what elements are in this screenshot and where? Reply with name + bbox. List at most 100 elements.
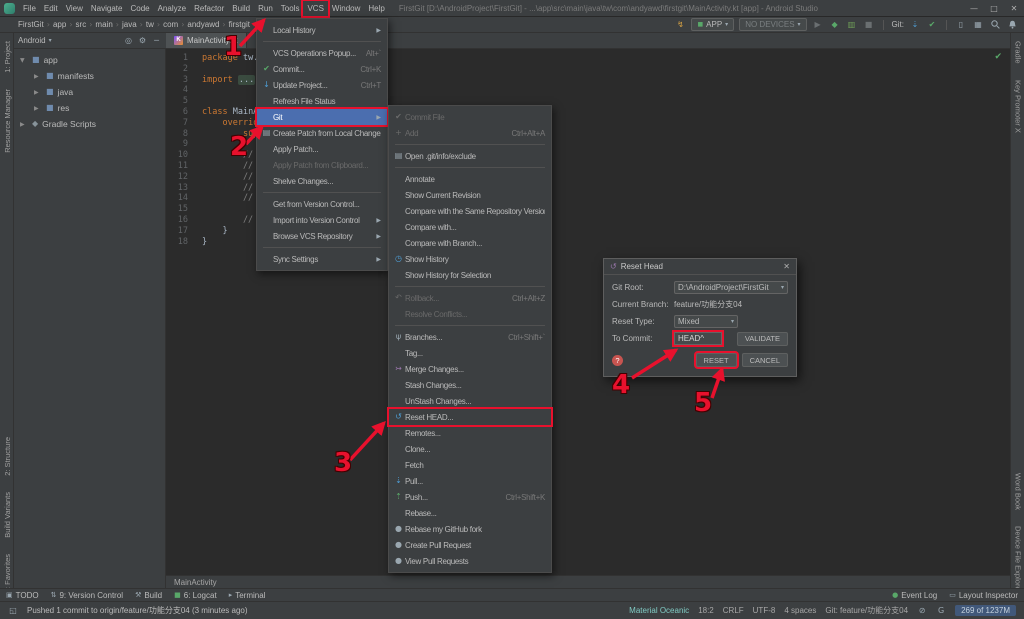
notifications-icon[interactable] [1006, 20, 1018, 29]
vcs-menu-item-refresh-file-status[interactable]: Refresh File Status [257, 93, 387, 109]
chevron-right-icon[interactable]: ▶ [34, 73, 42, 80]
menubar-item-window[interactable]: Window [328, 1, 364, 16]
menubar-item-code[interactable]: Code [126, 1, 153, 16]
stop-icon[interactable]: ■ [863, 20, 875, 29]
toolwindow-tab-layout-inspector[interactable]: ▭ Layout Inspector [949, 591, 1018, 600]
vcs-menu-item-git[interactable]: Git ▶ [257, 109, 387, 125]
encoding-indicator[interactable]: UTF-8 [753, 606, 776, 615]
git-menu-item-branches[interactable]: ψ Branches... Ctrl+Shift+` [389, 329, 551, 345]
git-menu-item-merge-changes[interactable]: ↣ Merge Changes... [389, 361, 551, 377]
breadcrumb-item-com[interactable]: com [163, 20, 178, 29]
line-ending-indicator[interactable]: CRLF [723, 606, 744, 615]
project-tree-item-java[interactable]: ▶ ■ java [14, 84, 165, 100]
menubar-item-navigate[interactable]: Navigate [87, 1, 127, 16]
close-button[interactable]: ✕ [1004, 4, 1024, 13]
run-icon[interactable]: ▶ [812, 20, 824, 29]
toolwindow-tab-build[interactable]: ⚒ Build [135, 591, 162, 600]
menubar-item-edit[interactable]: Edit [40, 1, 62, 16]
indent-indicator[interactable]: 4 spaces [784, 606, 816, 615]
git-menu-item-view-pull-requests[interactable]: ● View Pull Requests [389, 553, 551, 569]
project-view-selector[interactable]: Android ▾ [18, 36, 52, 45]
git-menu-item-stash-changes[interactable]: Stash Changes... [389, 377, 551, 393]
minimize-button[interactable]: — [964, 4, 984, 13]
menubar-item-analyze[interactable]: Analyze [154, 1, 190, 16]
vcs-menu-item-get-from-version-control[interactable]: Get from Version Control... [257, 196, 387, 212]
breadcrumb-item-firstgit[interactable]: FirstGit [18, 20, 44, 29]
vcs-menu-item-create-patch-from-local-changes[interactable]: ▤ Create Patch from Local Changes... [257, 125, 387, 141]
toolwindow-button-key-promoter-x[interactable]: Key Promoter X [1014, 80, 1023, 133]
editor-tab-mainactivity[interactable]: K MainActivity.kt [166, 32, 247, 48]
project-tree-item-app[interactable]: ▼ ■ app [14, 52, 165, 68]
git-menu-item-annotate[interactable]: Annotate [389, 171, 551, 187]
vcs-menu-item-commit[interactable]: ✔ Commit... Ctrl+K [257, 61, 387, 77]
toolwindow-tab-6-logcat[interactable]: ■ 6: Logcat [174, 591, 217, 600]
toolwindow-button-1-project[interactable]: 1: Project [3, 41, 12, 73]
vcs-menu-item-shelve-changes[interactable]: Shelve Changes... [257, 173, 387, 189]
device-selector[interactable]: NO DEVICES ▾ [739, 18, 807, 31]
git-menu-item-tag[interactable]: Tag... [389, 345, 551, 361]
menubar-item-help[interactable]: Help [364, 1, 388, 16]
breadcrumb-item-app[interactable]: app [53, 20, 66, 29]
toolwindow-button-2-structure[interactable]: 2: Structure [3, 437, 12, 476]
git-menu-item-show-current-revision[interactable]: Show Current Revision [389, 187, 551, 203]
chevron-right-icon[interactable]: ▶ [20, 121, 28, 128]
caret-position-indicator[interactable]: 18:2 [698, 606, 714, 615]
breadcrumb-item-src[interactable]: src [76, 20, 87, 29]
to-commit-input[interactable]: HEAD^ [674, 332, 722, 345]
menubar-item-refactor[interactable]: Refactor [190, 1, 228, 16]
toolwindow-button-word-book[interactable]: Word Book [1014, 473, 1023, 510]
device-manager-icon[interactable]: ▯ [955, 20, 967, 29]
git-menu-item-pull[interactable]: ⇣ Pull... [389, 473, 551, 489]
cancel-button[interactable]: CANCEL [741, 353, 788, 367]
hide-panel-icon[interactable]: ─ [151, 36, 162, 45]
git-root-combo[interactable]: D:\AndroidProject\FirstGit ▾ [674, 281, 788, 294]
settings-gear-icon[interactable]: ⚙ [137, 36, 148, 45]
help-icon[interactable]: ? [612, 354, 623, 366]
sdk-manager-icon[interactable]: ▦ [972, 20, 984, 29]
toolwindow-button-device-file-explorer[interactable]: Device File Explorer [1014, 526, 1023, 593]
git-menu-item-create-pull-request[interactable]: ● Create Pull Request [389, 537, 551, 553]
menubar-item-build[interactable]: Build [228, 1, 254, 16]
toolwindow-tab-event-log[interactable]: ● Event Log [892, 591, 937, 600]
debug-icon[interactable]: ◆ [829, 20, 841, 29]
git-menu-item-compare-with[interactable]: Compare with... [389, 219, 551, 235]
vcs-menu-item-import-into-version-control[interactable]: Import into Version Control ▶ [257, 212, 387, 228]
chevron-right-icon[interactable]: ▶ [34, 105, 42, 112]
git-update-icon[interactable]: ⇣ [909, 20, 921, 29]
readonly-lock-icon[interactable]: ⊘ [917, 606, 927, 615]
breadcrumb-item[interactable]: MainActivity [174, 578, 217, 587]
git-menu-item-unstash-changes[interactable]: UnStash Changes... [389, 393, 551, 409]
run-config-selector[interactable]: ■ APP ▾ [691, 18, 735, 31]
project-tree-item-res[interactable]: ▶ ■ res [14, 100, 165, 116]
git-menu-item-rebase[interactable]: Rebase... [389, 505, 551, 521]
breadcrumb-item-tw[interactable]: tw [146, 20, 154, 29]
theme-indicator[interactable]: Material Oceanic [629, 606, 689, 615]
profiler-icon[interactable]: ▥ [846, 20, 858, 29]
vcs-menu-item-sync-settings[interactable]: Sync Settings ▶ [257, 251, 387, 267]
toolwindow-tab-todo[interactable]: ▣ TODO [6, 591, 39, 600]
apply-changes-icon[interactable]: ↯ [674, 20, 686, 29]
git-menu-item-compare-with-branch[interactable]: Compare with Branch... [389, 235, 551, 251]
project-tree-item-manifests[interactable]: ▶ ■ manifests [14, 68, 165, 84]
search-icon[interactable] [989, 20, 1001, 29]
toolwindow-tab-terminal[interactable]: ▸ Terminal [229, 591, 266, 600]
toolwindow-button-build-variants[interactable]: Build Variants [3, 492, 12, 538]
git-menu-item-show-history[interactable]: ◷ Show History [389, 251, 551, 267]
git-menu-item-fetch[interactable]: Fetch [389, 457, 551, 473]
vcs-menu-item-update-project[interactable]: ↓ Update Project... Ctrl+T [257, 77, 387, 93]
git-menu-item-show-history-for-selection[interactable]: Show History for Selection [389, 267, 551, 283]
validate-button[interactable]: VALIDATE [736, 331, 788, 346]
locate-file-icon[interactable]: ◎ [123, 36, 134, 45]
vcs-menu-item-browse-vcs-repository[interactable]: Browse VCS Repository ▶ [257, 228, 387, 244]
vcs-menu-item-local-history[interactable]: Local History ▶ [257, 22, 387, 38]
breadcrumb-item-andyawd[interactable]: andyawd [187, 20, 219, 29]
git-menu-item-clone[interactable]: Clone... [389, 441, 551, 457]
git-menu-item-push[interactable]: ⇡ Push... Ctrl+Shift+K [389, 489, 551, 505]
memory-indicator[interactable]: 269 of 1237M [955, 605, 1016, 616]
vcs-menu-item-vcs-operations-popup[interactable]: VCS Operations Popup... Alt+` [257, 45, 387, 61]
menubar-item-file[interactable]: File [19, 1, 40, 16]
menubar-item-tools[interactable]: Tools [277, 1, 304, 16]
toolwindow-tab-9-version-control[interactable]: ⇅ 9: Version Control [51, 591, 123, 600]
git-branch-indicator[interactable]: Git: feature/功能分支04 [825, 605, 908, 616]
git-commit-icon[interactable]: ✔ [926, 20, 938, 29]
